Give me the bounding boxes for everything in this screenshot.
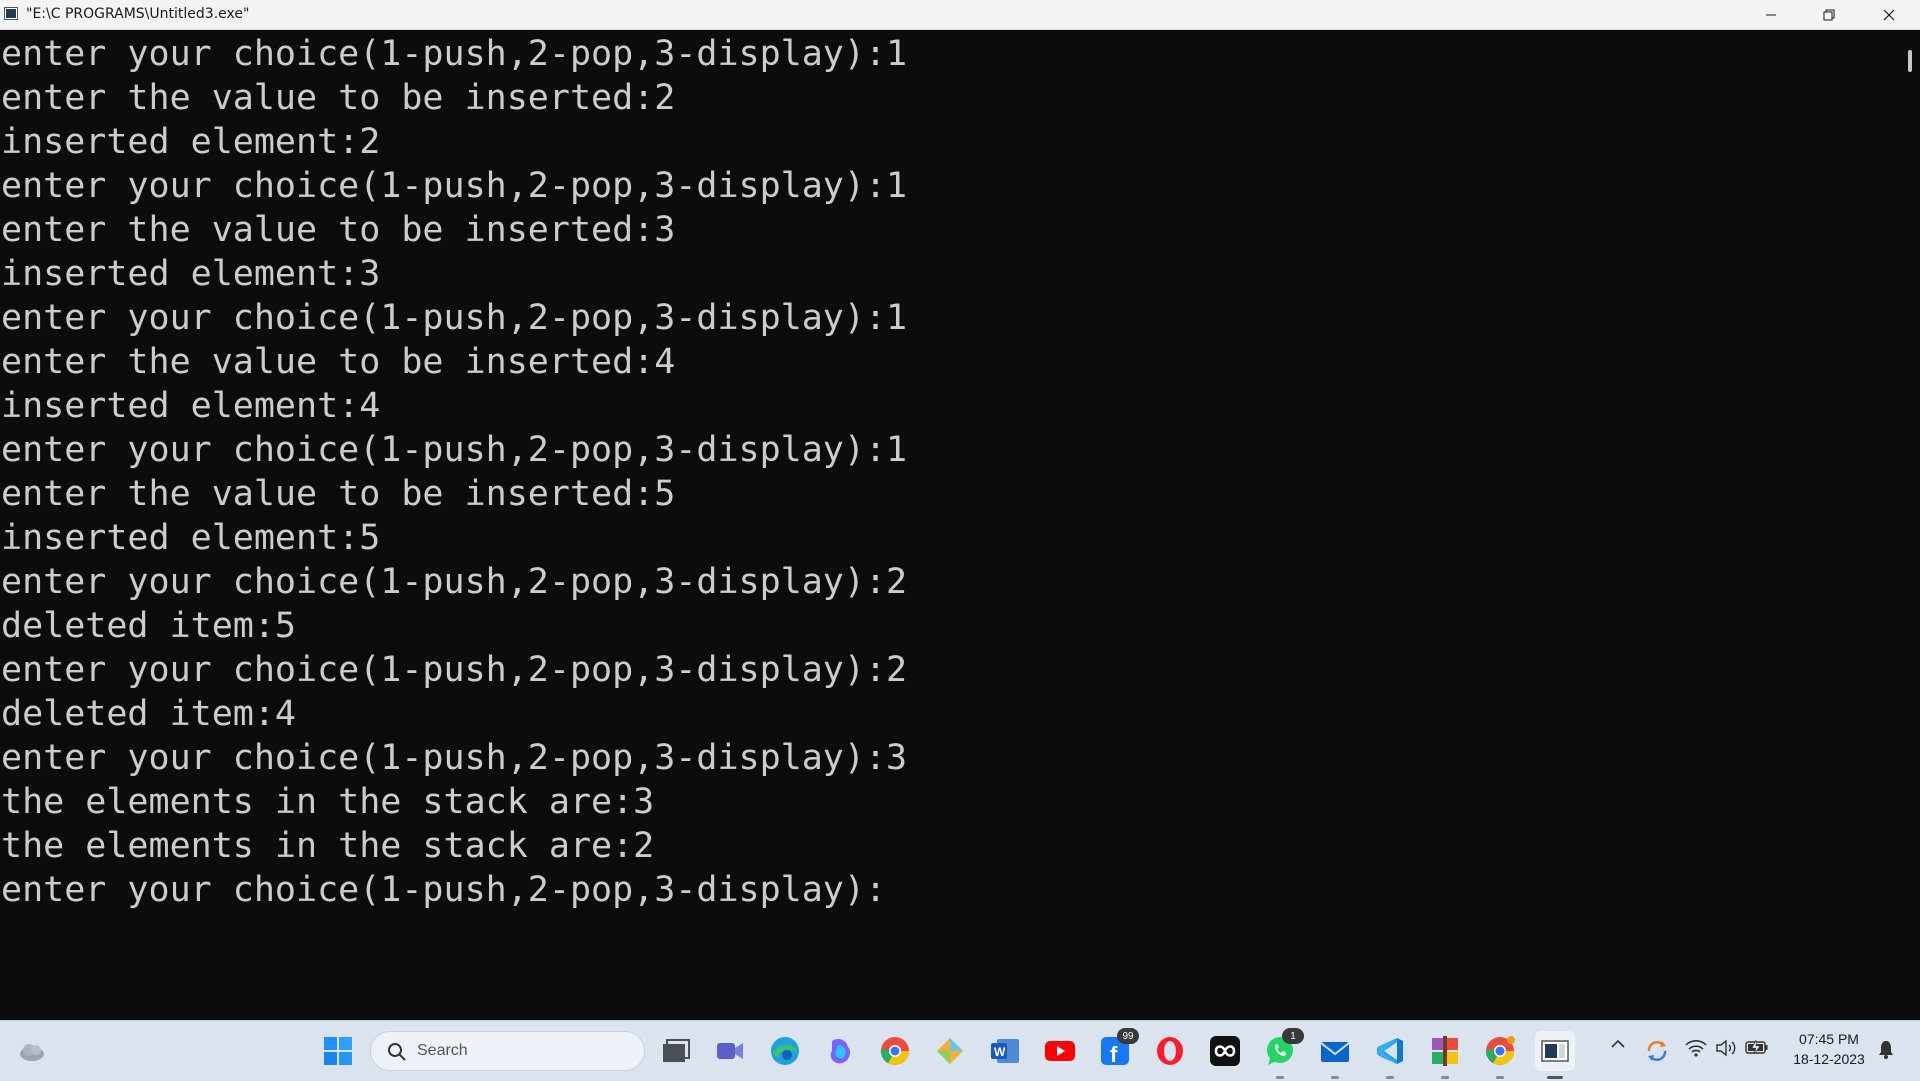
infinity-icon: [1210, 1036, 1240, 1066]
console-line: enter the value to be inserted:2: [1, 78, 676, 118]
taskbar-chrome[interactable]: [875, 1031, 915, 1071]
word-icon: W: [991, 1039, 1019, 1063]
taskbar-word[interactable]: W: [985, 1031, 1025, 1071]
chrome-icon: [1485, 1036, 1515, 1065]
console-line: inserted element:4: [1, 386, 381, 426]
svg-text:f: f: [1110, 1042, 1118, 1066]
weather-widget[interactable]: [12, 1031, 52, 1071]
start-button[interactable]: [318, 1031, 358, 1071]
console-line: enter your choice(1-push,2-pop,3-display…: [1, 298, 908, 338]
task-view-button[interactable]: [656, 1031, 696, 1071]
window-title: "E:\C PROGRAMS\Untitled3.exe": [26, 6, 250, 22]
taskbar-whatsapp[interactable]: 1: [1260, 1028, 1304, 1079]
windows-start-icon: [324, 1037, 352, 1065]
taskbar-opera[interactable]: [1150, 1031, 1190, 1071]
bell-icon: [1879, 1041, 1893, 1059]
taskbar-winrar[interactable]: [1425, 1031, 1465, 1079]
taskbar-clock[interactable]: 07:45 PM 18-12-2023: [1784, 1029, 1874, 1069]
notification-badge: 1: [1282, 1028, 1304, 1044]
running-indicator: [1441, 1076, 1449, 1079]
archive-icon: [1432, 1036, 1458, 1066]
gem-icon: [937, 1038, 963, 1064]
console-line: enter your choice(1-push,2-pop,3-display…: [1, 562, 908, 602]
taskbar: Search W f 99 1 07:45 PM 18-12-2023: [0, 1020, 1920, 1081]
taskbar-youtube[interactable]: [1040, 1031, 1080, 1071]
notification-badge: 99: [1117, 1028, 1139, 1044]
console-line: inserted element:3: [1, 254, 381, 294]
speaker-icon: [1716, 1039, 1736, 1057]
console-output[interactable]: enter your choice(1-push,2-pop,3-display…: [0, 30, 1900, 1020]
taskbar-chrome-profile[interactable]: [1480, 1031, 1520, 1079]
running-indicator: [1276, 1076, 1284, 1079]
youtube-icon: [1045, 1041, 1075, 1061]
chevron-up-icon: [1611, 1039, 1625, 1048]
restore-icon: [1823, 9, 1835, 20]
chrome-icon: [880, 1037, 909, 1065]
console-line: enter the value to be inserted:4: [1, 342, 676, 382]
tray-volume[interactable]: [1714, 1039, 1738, 1057]
console-line: inserted element:5: [1, 518, 381, 558]
active-indicator: [1547, 1076, 1563, 1079]
clock-time: 07:45 PM: [1799, 1031, 1859, 1047]
copilot-icon: [830, 1039, 850, 1064]
console-line: enter your choice(1-push,2-pop,3-display…: [1, 650, 908, 690]
cloud-icon: [20, 1044, 44, 1061]
running-indicator: [1386, 1076, 1394, 1079]
vertical-scrollbar[interactable]: [1900, 30, 1920, 1020]
console-line: deleted item:4: [1, 694, 297, 734]
console-line: inserted element:2: [1, 122, 381, 162]
svg-text:W: W: [994, 1045, 1006, 1059]
console-app-icon: [4, 7, 18, 20]
taskbar-mail[interactable]: [1315, 1031, 1355, 1079]
console-line: enter the value to be inserted:3: [1, 210, 676, 250]
console-window-icon: [1541, 1040, 1569, 1062]
taskbar-meet[interactable]: [710, 1031, 750, 1071]
console-lines: enter your choice(1-push,2-pop,3-display…: [1, 32, 907, 912]
taskbar-search[interactable]: Search: [370, 1031, 645, 1071]
taskbar-gem-app[interactable]: [930, 1031, 970, 1071]
search-placeholder: Search: [417, 1042, 468, 1059]
vscode-icon: [1377, 1038, 1403, 1064]
console-line: enter the value to be inserted:5: [1, 474, 676, 514]
taskbar-vscode[interactable]: [1370, 1031, 1410, 1079]
scrollbar-thumb[interactable]: [1908, 50, 1912, 72]
tray-battery[interactable]: [1744, 1039, 1770, 1055]
search-icon: [388, 1043, 406, 1061]
running-indicator: [1331, 1076, 1339, 1079]
taskbar-facebook[interactable]: f 99: [1095, 1028, 1139, 1071]
taskbar-console-active[interactable]: [1535, 1031, 1575, 1079]
console-line: enter your choice(1-push,2-pop,3-display…: [1, 34, 908, 74]
taskbar-copilot[interactable]: [820, 1031, 860, 1071]
taskbar-edge[interactable]: [765, 1031, 805, 1071]
console-line: the elements in the stack are:2: [1, 826, 655, 866]
battery-charging-icon: [1745, 1039, 1768, 1055]
tray-sync[interactable]: [1645, 1039, 1669, 1063]
console-line: enter your choice(1-push,2-pop,3-display…: [1, 738, 908, 778]
restore-button[interactable]: [1800, 0, 1858, 29]
tray-wifi[interactable]: [1684, 1039, 1708, 1057]
task-view-icon: [663, 1039, 690, 1062]
console-line: the elements in the stack are:3: [1, 782, 655, 822]
console-line: enter your choice(1-push,2-pop,3-display…: [1, 166, 908, 206]
edge-browser-icon: [771, 1037, 799, 1065]
running-indicator: [1496, 1076, 1504, 1079]
console-line: enter your choice(1-push,2-pop,3-display…: [1, 430, 908, 470]
clock-date: 18-12-2023: [1793, 1051, 1865, 1067]
notifications-button[interactable]: [1874, 1039, 1898, 1059]
mail-icon: [1320, 1042, 1350, 1062]
console-line: enter your choice(1-push,2-pop,3-display…: [1, 870, 887, 910]
wifi-icon: [1685, 1040, 1707, 1057]
close-button[interactable]: [1860, 0, 1918, 29]
title-bar: "E:\C PROGRAMS\Untitled3.exe": [0, 0, 1920, 30]
video-camera-icon: [717, 1043, 743, 1059]
minimize-icon: [1766, 14, 1776, 15]
console-line: deleted item:5: [1, 606, 297, 646]
opera-icon: [1157, 1037, 1183, 1065]
show-hidden-icons-button[interactable]: [1608, 1039, 1628, 1049]
close-icon: [1883, 9, 1895, 20]
taskbar-infinity-app[interactable]: [1205, 1031, 1245, 1071]
sync-icon: [1647, 1041, 1667, 1061]
minimize-button[interactable]: [1742, 0, 1800, 29]
